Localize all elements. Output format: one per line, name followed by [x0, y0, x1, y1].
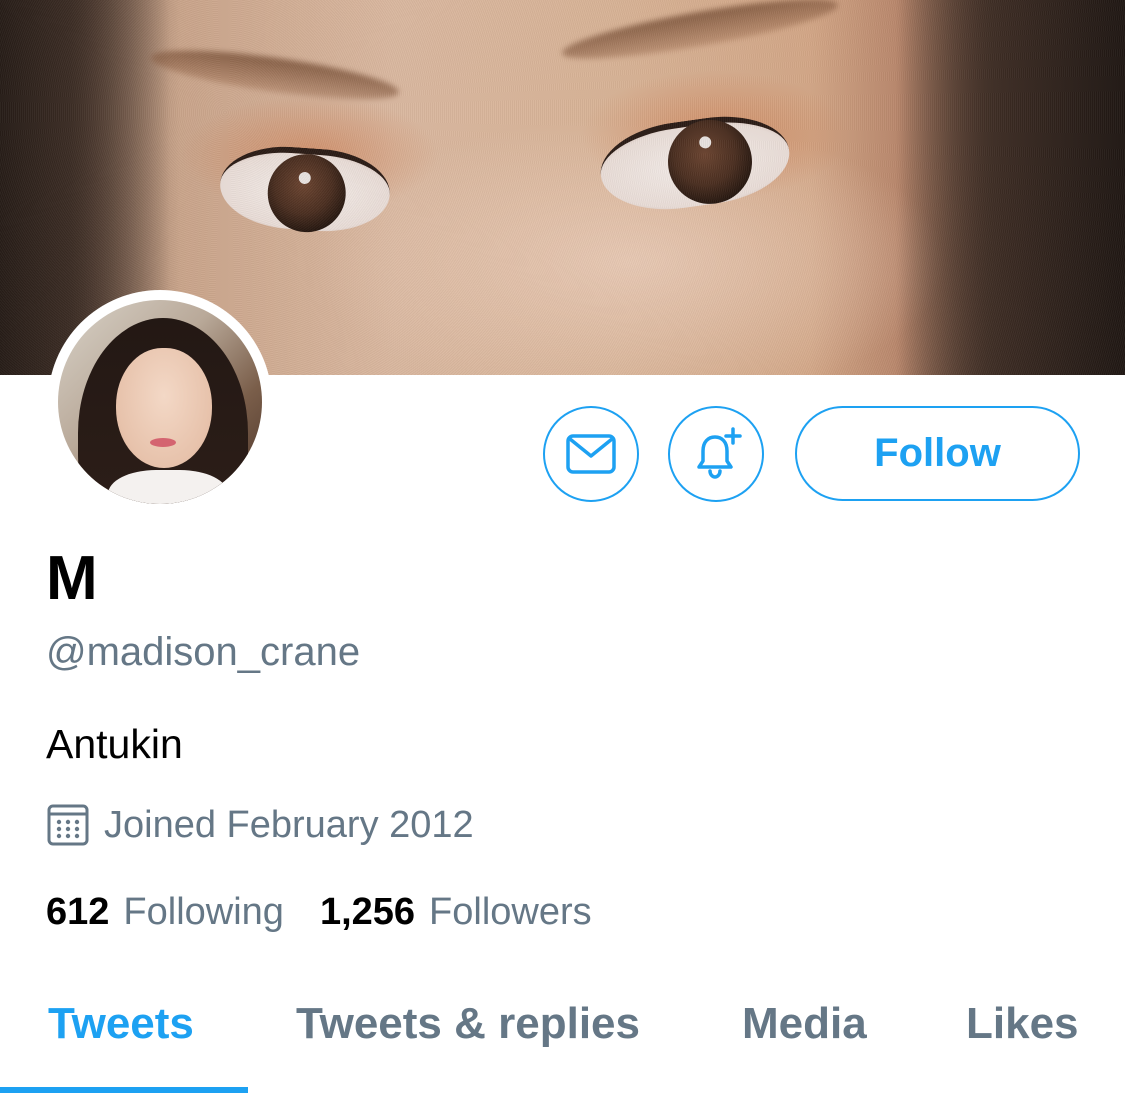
tab-tweets-and-replies[interactable]: Tweets & replies: [296, 1002, 640, 1046]
following-link[interactable]: 612 Following: [46, 893, 284, 931]
message-button[interactable]: [543, 406, 639, 502]
followers-link[interactable]: 1,256 Followers: [320, 893, 592, 931]
bio-text: Antukin: [46, 721, 183, 767]
avatar[interactable]: [48, 290, 272, 514]
followers-label: Followers: [429, 891, 592, 933]
follow-button[interactable]: Follow: [795, 406, 1080, 501]
profile-page: Follow M @madison_crane Antukin Joined F…: [0, 0, 1125, 1093]
joined-date: Joined February 2012: [46, 800, 474, 850]
username-handle: @madison_crane: [46, 630, 361, 674]
tab-likes[interactable]: Likes: [966, 1002, 1079, 1046]
display-name: M: [46, 544, 98, 613]
envelope-icon: [566, 434, 616, 474]
follow-stats: 612 Following 1,256 Followers: [46, 893, 592, 931]
bell-plus-icon: [697, 427, 742, 479]
following-count: 612: [46, 891, 110, 933]
followers-count: 1,256: [319, 891, 416, 933]
active-tab-indicator: [0, 1087, 248, 1093]
following-label: Following: [123, 891, 284, 933]
notifications-button[interactable]: [668, 406, 764, 502]
joined-text: Joined February 2012: [104, 803, 474, 846]
avatar-photo: [58, 300, 262, 504]
tab-media[interactable]: Media: [742, 1002, 867, 1046]
tab-tweets[interactable]: Tweets: [48, 1002, 194, 1046]
calendar-icon: [47, 804, 89, 846]
profile-tabs: Tweets Tweets & replies Media Likes: [0, 990, 1125, 1093]
